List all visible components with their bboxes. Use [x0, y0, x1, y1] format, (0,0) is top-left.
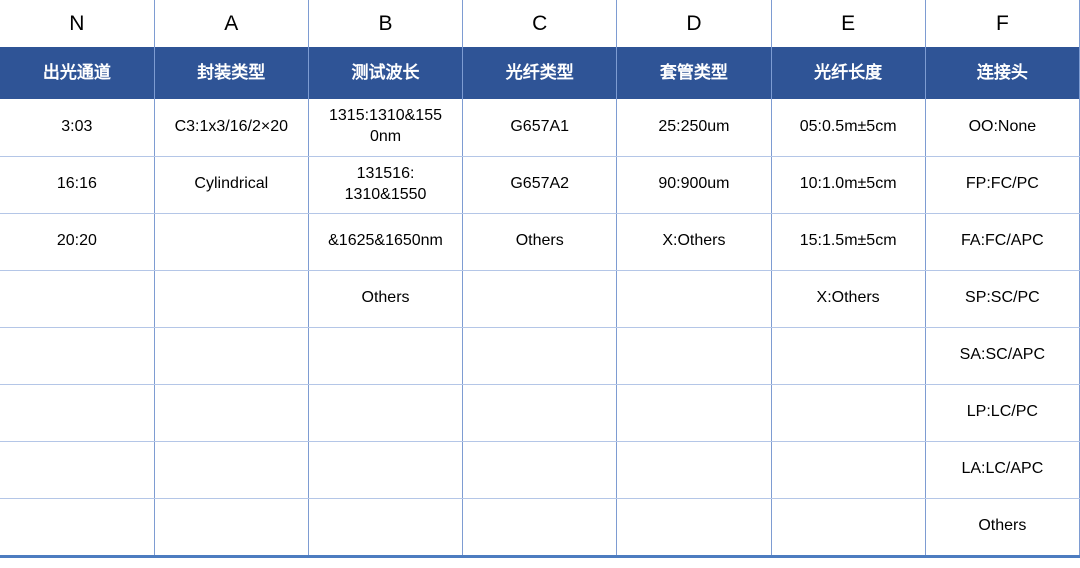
- header-test-wavelength: 测试波长: [308, 47, 462, 99]
- cell-6-d: [617, 384, 771, 441]
- cell-7-e: [771, 441, 925, 498]
- header-output-channel: 出光通道: [0, 47, 154, 99]
- cell-4-b: Others: [308, 270, 462, 327]
- cell-2-d: 90:900um: [617, 156, 771, 213]
- cell-3-e: 15:1.5m±5cm: [771, 213, 925, 270]
- cell-8-f: Others: [925, 498, 1079, 555]
- table-row: 16:16 Cylindrical 131516: 1310&1550 G657…: [0, 156, 1080, 213]
- cell-3-c: Others: [463, 213, 617, 270]
- cell-4-e: X:Others: [771, 270, 925, 327]
- table-row: SA:SC/APC: [0, 327, 1080, 384]
- cell-3-b: &1625&1650nm: [308, 213, 462, 270]
- header-fiber-length: 光纤长度: [771, 47, 925, 99]
- column-letters-row: N A B C D E F: [0, 0, 1080, 47]
- cell-8-n: [0, 498, 154, 555]
- table-row: Others X:Others SP:SC/PC: [0, 270, 1080, 327]
- cell-2-a: Cylindrical: [154, 156, 308, 213]
- cell-8-d: [617, 498, 771, 555]
- cell-7-f: LA:LC/APC: [925, 441, 1079, 498]
- cell-7-n: [0, 441, 154, 498]
- ordering-code-sheet: N A B C D E F 出光通道 封装类型 测试波长 光纤类型 套管类型 光…: [0, 0, 1080, 558]
- cell-5-n: [0, 327, 154, 384]
- cell-4-c: [463, 270, 617, 327]
- cell-2-b: 131516: 1310&1550: [308, 156, 462, 213]
- cell-2-n: 16:16: [0, 156, 154, 213]
- cell-2-f: FP:FC/PC: [925, 156, 1079, 213]
- header-package-type: 封装类型: [154, 47, 308, 99]
- cell-4-f: SP:SC/PC: [925, 270, 1079, 327]
- header-connector: 连接头: [925, 47, 1079, 99]
- cell-8-c: [463, 498, 617, 555]
- header-tube-type: 套管类型: [617, 47, 771, 99]
- header-fiber-type: 光纤类型: [463, 47, 617, 99]
- table-row: 3:03 C3:1x3/16/2×20 1315:1310&155 0nm G6…: [0, 99, 1080, 156]
- cell-1-f: OO:None: [925, 99, 1079, 156]
- column-letter-b: B: [308, 0, 462, 47]
- cell-3-a: [154, 213, 308, 270]
- cell-6-e: [771, 384, 925, 441]
- cell-6-a: [154, 384, 308, 441]
- cell-6-b: [308, 384, 462, 441]
- cell-8-e: [771, 498, 925, 555]
- cell-1-n: 3:03: [0, 99, 154, 156]
- cell-5-f: SA:SC/APC: [925, 327, 1079, 384]
- cell-3-n: 20:20: [0, 213, 154, 270]
- table-row: LP:LC/PC: [0, 384, 1080, 441]
- table-row: Others: [0, 498, 1080, 555]
- table-row: LA:LC/APC: [0, 441, 1080, 498]
- cell-1-c: G657A1: [463, 99, 617, 156]
- column-letter-d: D: [617, 0, 771, 47]
- cell-1-d: 25:250um: [617, 99, 771, 156]
- cell-4-a: [154, 270, 308, 327]
- cell-8-a: [154, 498, 308, 555]
- cell-5-c: [463, 327, 617, 384]
- cell-6-c: [463, 384, 617, 441]
- column-letter-f: F: [925, 0, 1079, 47]
- cell-5-a: [154, 327, 308, 384]
- cell-2-e: 10:1.0m±5cm: [771, 156, 925, 213]
- cell-3-f: FA:FC/APC: [925, 213, 1079, 270]
- cell-7-c: [463, 441, 617, 498]
- cell-7-d: [617, 441, 771, 498]
- cell-8-b: [308, 498, 462, 555]
- cell-5-d: [617, 327, 771, 384]
- ordering-code-table: N A B C D E F 出光通道 封装类型 测试波长 光纤类型 套管类型 光…: [0, 0, 1080, 555]
- column-letter-e: E: [771, 0, 925, 47]
- cell-2-c: G657A2: [463, 156, 617, 213]
- cell-4-d: [617, 270, 771, 327]
- cell-1-a: C3:1x3/16/2×20: [154, 99, 308, 156]
- cell-5-e: [771, 327, 925, 384]
- cell-6-f: LP:LC/PC: [925, 384, 1079, 441]
- column-letter-c: C: [463, 0, 617, 47]
- cell-7-b: [308, 441, 462, 498]
- cell-3-d: X:Others: [617, 213, 771, 270]
- table-row: 20:20 &1625&1650nm Others X:Others 15:1.…: [0, 213, 1080, 270]
- cell-7-a: [154, 441, 308, 498]
- cell-4-n: [0, 270, 154, 327]
- column-letter-n: N: [0, 0, 154, 47]
- header-row: 出光通道 封装类型 测试波长 光纤类型 套管类型 光纤长度 连接头: [0, 47, 1080, 99]
- cell-1-e: 05:0.5m±5cm: [771, 99, 925, 156]
- column-letter-a: A: [154, 0, 308, 47]
- cell-1-b: 1315:1310&155 0nm: [308, 99, 462, 156]
- cell-5-b: [308, 327, 462, 384]
- cell-6-n: [0, 384, 154, 441]
